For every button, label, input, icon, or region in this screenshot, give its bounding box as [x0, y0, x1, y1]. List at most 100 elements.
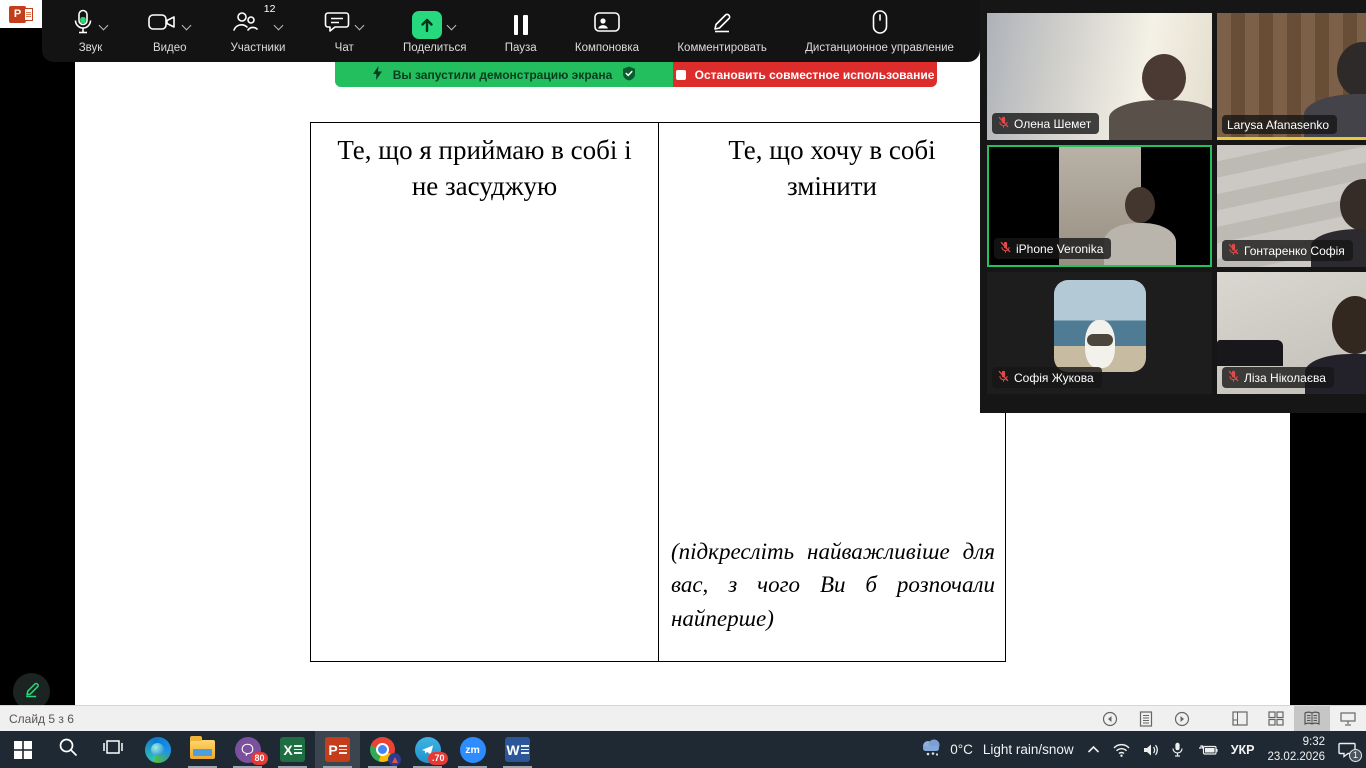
- stop-share-button[interactable]: Остановить совместное использование: [673, 62, 937, 87]
- pause-label: Пауза: [505, 42, 537, 54]
- file-explorer-icon: [190, 740, 215, 759]
- chrome-profile-badge: [388, 753, 401, 766]
- task-view-icon: [103, 738, 123, 761]
- edge-icon: [145, 737, 171, 763]
- slide-counter: Слайд 5 з 6: [0, 712, 74, 726]
- notes-button[interactable]: [1128, 706, 1164, 731]
- participant-tile-sofiia-zhukova[interactable]: Софія Жукова: [987, 272, 1212, 394]
- stop-square-icon: [676, 70, 686, 80]
- layout-icon: [593, 11, 621, 38]
- participant-tile-liza-nikolaieva[interactable]: Ліза Ніколаєва: [1217, 272, 1366, 394]
- slideshow-view-button[interactable]: [1330, 706, 1366, 731]
- taskbar-search-button[interactable]: [45, 731, 90, 768]
- muted-mic-icon: [997, 116, 1010, 132]
- screen-share-banner: Вы запустили демонстрацию экрана Останов…: [335, 62, 937, 87]
- chat-icon: [324, 10, 350, 39]
- participant-tile-iphone-veronika[interactable]: iPhone Veronika: [987, 145, 1212, 267]
- weather-desc: Light rain/snow: [983, 742, 1074, 757]
- powerpoint-logo-icon: P: [9, 6, 33, 23]
- next-slide-button[interactable]: [1164, 706, 1200, 731]
- system-tray: 0°C Light rain/snow УКР 9:32 2: [919, 731, 1366, 768]
- language-indicator[interactable]: УКР: [1231, 743, 1255, 757]
- chat-button[interactable]: Чат: [324, 11, 365, 54]
- word-icon: W: [505, 737, 530, 762]
- table-cell-left: Те, що я приймаю в собі і не засуджую: [311, 123, 659, 661]
- participant-name-label: Larysa Afanasenko: [1222, 115, 1337, 134]
- clock-date: 23.02.2026: [1267, 750, 1325, 764]
- weather-icon: [919, 737, 943, 762]
- participant-tile-larysa-afanasenko[interactable]: Larysa Afanasenko: [1217, 13, 1366, 140]
- video-label: Видео: [153, 42, 187, 54]
- windows-taskbar: 80 X P .70 zm: [0, 731, 1366, 768]
- security-shield-icon[interactable]: [622, 66, 636, 84]
- participants-video-panel: Олена Шемет Larysa Afanasenko iPhone Ver…: [980, 0, 1366, 413]
- telegram-app-button[interactable]: .70: [405, 731, 450, 768]
- participant-name-label: Софія Жукова: [992, 367, 1102, 388]
- participant-name-label: Олена Шемет: [992, 113, 1099, 134]
- remote-mouse-icon: [871, 9, 889, 40]
- weather-widget[interactable]: 0°C Light rain/snow: [919, 737, 1073, 762]
- task-view-button[interactable]: [90, 731, 135, 768]
- muted-mic-icon: [1227, 243, 1240, 259]
- tray-expand-chevron-icon[interactable]: [1087, 745, 1100, 754]
- edge-app-button[interactable]: [135, 731, 180, 768]
- battery-charging-icon[interactable]: [1196, 744, 1218, 756]
- powerpoint-window-corner: P: [0, 0, 42, 28]
- video-camera-icon: [147, 11, 177, 38]
- participants-label: Участники: [231, 42, 286, 54]
- audio-button[interactable]: Звук: [72, 11, 109, 54]
- chrome-app-button[interactable]: [360, 731, 405, 768]
- share-status-text: Вы запустили демонстрацию экрана: [393, 68, 613, 82]
- reading-view-button[interactable]: [1294, 706, 1330, 731]
- share-status-banner: Вы запустили демонстрацию экрана: [335, 62, 673, 87]
- share-screen-icon: [412, 11, 442, 39]
- participants-count: 12: [264, 3, 276, 15]
- annotation-pencil-icon: [22, 679, 42, 704]
- participant-tile-olena-shemet[interactable]: Олена Шемет: [987, 13, 1212, 140]
- participant-tile-hontarenko-sofiia[interactable]: Гонтаренко Софія: [1217, 145, 1366, 267]
- share-screen-label: Поделиться: [403, 42, 467, 54]
- pause-icon: [514, 15, 528, 35]
- participants-button[interactable]: 12 Участники: [231, 11, 286, 54]
- normal-view-button[interactable]: [1222, 706, 1258, 731]
- audio-dropdown-chevron-icon[interactable]: [100, 20, 109, 29]
- laptop-shape: [1217, 340, 1283, 366]
- table-note-text: (підкресліть найважливіше для вас, з чог…: [671, 535, 995, 635]
- slide-sorter-view-button[interactable]: [1258, 706, 1294, 731]
- powerpoint-app-button[interactable]: P: [315, 731, 360, 768]
- wifi-icon[interactable]: [1113, 743, 1130, 757]
- excel-icon: X: [280, 737, 305, 762]
- file-explorer-app-button[interactable]: [180, 731, 225, 768]
- speaker-icon[interactable]: [1143, 743, 1159, 757]
- remote-control-button[interactable]: Дистанционное управление: [805, 11, 954, 54]
- zoom-app-button[interactable]: zm: [450, 731, 495, 768]
- chat-dropdown-chevron-icon[interactable]: [356, 20, 365, 29]
- weather-temp: 0°C: [950, 742, 973, 757]
- zoom-app-icon: zm: [460, 737, 486, 763]
- share-dropdown-chevron-icon[interactable]: [448, 20, 457, 29]
- cat-avatar: [1054, 280, 1146, 372]
- share-screen-button[interactable]: Поделиться: [403, 11, 467, 54]
- muted-mic-icon: [1227, 370, 1240, 386]
- previous-slide-button[interactable]: [1092, 706, 1128, 731]
- table-cell-right: Те, що хочу в собі змінити (підкресліть …: [659, 123, 1005, 661]
- audio-label: Звук: [79, 42, 103, 54]
- share-status-icon: [372, 66, 383, 83]
- video-button[interactable]: Видео: [147, 11, 192, 54]
- start-button[interactable]: [0, 731, 45, 768]
- annotate-button[interactable]: Комментировать: [677, 11, 767, 54]
- layout-button[interactable]: Компоновка: [575, 11, 639, 54]
- tray-microphone-icon[interactable]: [1172, 742, 1183, 757]
- right-black-letterbox: [1290, 413, 1366, 705]
- taskbar-clock[interactable]: 9:32 23.02.2026: [1267, 735, 1325, 764]
- viber-app-button[interactable]: 80: [225, 731, 270, 768]
- action-center-button[interactable]: 1: [1338, 742, 1356, 758]
- left-black-letterbox: [0, 28, 75, 705]
- telegram-badge: .70: [428, 752, 448, 765]
- participants-icon: 12: [231, 10, 259, 39]
- pause-share-button[interactable]: Пауза: [505, 11, 537, 54]
- participants-dropdown-chevron-icon[interactable]: [275, 20, 284, 29]
- video-dropdown-chevron-icon[interactable]: [183, 20, 192, 29]
- excel-app-button[interactable]: X: [270, 731, 315, 768]
- word-app-button[interactable]: W: [495, 731, 540, 768]
